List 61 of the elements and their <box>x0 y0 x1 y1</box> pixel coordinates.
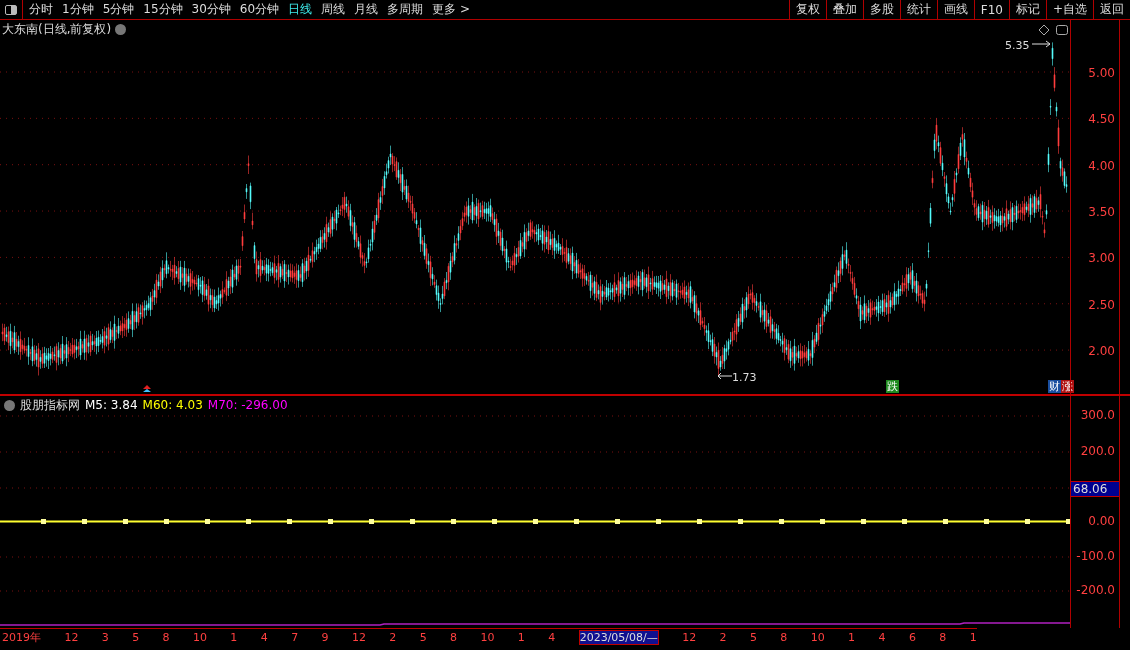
indicator-axis-label: 300.0 <box>1080 408 1115 422</box>
period-tab[interactable]: 多周期 <box>387 1 424 18</box>
price-axis-label: 3.00 <box>1088 251 1115 266</box>
indicator-value: M5: 3.84 <box>85 398 138 412</box>
date-axis-label: 4 <box>260 630 268 644</box>
period-tab[interactable]: 周线 <box>321 1 346 18</box>
indicator-axis-label: -200.0 <box>1076 583 1115 597</box>
date-axis-label: 12 <box>64 630 79 644</box>
low-price-label: 1.73 <box>732 371 757 384</box>
period-tab[interactable]: 5分钟 <box>102 1 135 18</box>
price-axis-label: 4.50 <box>1088 112 1115 127</box>
date-axis-label: 1 <box>517 630 525 644</box>
date-axis-label: 5 <box>419 630 427 644</box>
signal-badge: 跌 <box>886 380 899 393</box>
period-tab[interactable]: 日线 <box>288 1 313 18</box>
period-tab[interactable]: 30分钟 <box>191 1 231 18</box>
indicator-value: M70: -296.00 <box>207 398 288 412</box>
date-axis-label: 8 <box>450 630 458 644</box>
date-axis-label: 2023/05/08/— <box>578 629 659 645</box>
period-tab[interactable]: 1分钟 <box>62 1 94 18</box>
date-axis-label: 4 <box>548 630 556 644</box>
period-tab[interactable]: 15分钟 <box>143 1 183 18</box>
price-axis-label: 5.00 <box>1088 66 1115 80</box>
date-axis-label: 1 <box>230 630 238 644</box>
date-axis-label: 10 <box>810 630 825 644</box>
date-axis-label: 9 <box>321 630 329 644</box>
price-axis-label: 2.50 <box>1088 297 1115 312</box>
date-axis-label: 10 <box>480 630 495 644</box>
indicator-axis-label: 200.0 <box>1080 444 1115 458</box>
period-tab[interactable]: 分时 <box>29 1 53 18</box>
indicator-name: 股朋指标网 <box>20 396 80 414</box>
period-tab[interactable]: 60分钟 <box>239 1 280 18</box>
price-axis-label: 2.00 <box>1088 344 1115 359</box>
date-axis-label: 8 <box>939 630 947 644</box>
indicator-value: M60: 4.03 <box>142 398 203 412</box>
date-axis-label: 6 <box>908 630 916 644</box>
price-axis-label: 3.50 <box>1088 205 1115 220</box>
date-axis-label: 1 <box>969 630 977 644</box>
period-tab[interactable]: 月线 <box>354 1 379 18</box>
date-axis-label: 12 <box>682 630 697 644</box>
date-axis-label: 8 <box>780 630 788 644</box>
date-axis-label: 5 <box>749 630 757 644</box>
date-axis-label: 4 <box>878 630 886 644</box>
high-price-label: 5.35 <box>1005 39 1030 52</box>
date-axis-label: 2 <box>389 630 397 644</box>
date-axis-label: 2019年 <box>2 629 41 645</box>
signal-badge: 财 <box>1048 380 1061 393</box>
indicator-axis-label: 0.00 <box>1088 514 1115 528</box>
date-axis-label: 10 <box>192 630 207 644</box>
date-axis-label: 12 <box>351 630 366 644</box>
indicator-axis-label: -100.0 <box>1076 549 1115 563</box>
date-axis-label: 5 <box>132 630 140 644</box>
more-menu[interactable]: 更多 > <box>432 1 470 18</box>
date-axis-label: 2 <box>719 630 727 644</box>
current-value-label: 68.06 <box>1071 481 1119 497</box>
date-axis-label: 3 <box>101 630 109 644</box>
date-axis-label: 8 <box>162 630 170 644</box>
date-axis-label: 7 <box>291 630 299 644</box>
chart-title: 大东南(日线,前复权) <box>2 20 112 38</box>
date-axis-label: 1 <box>848 630 856 644</box>
price-axis-label: 4.00 <box>1088 158 1115 173</box>
